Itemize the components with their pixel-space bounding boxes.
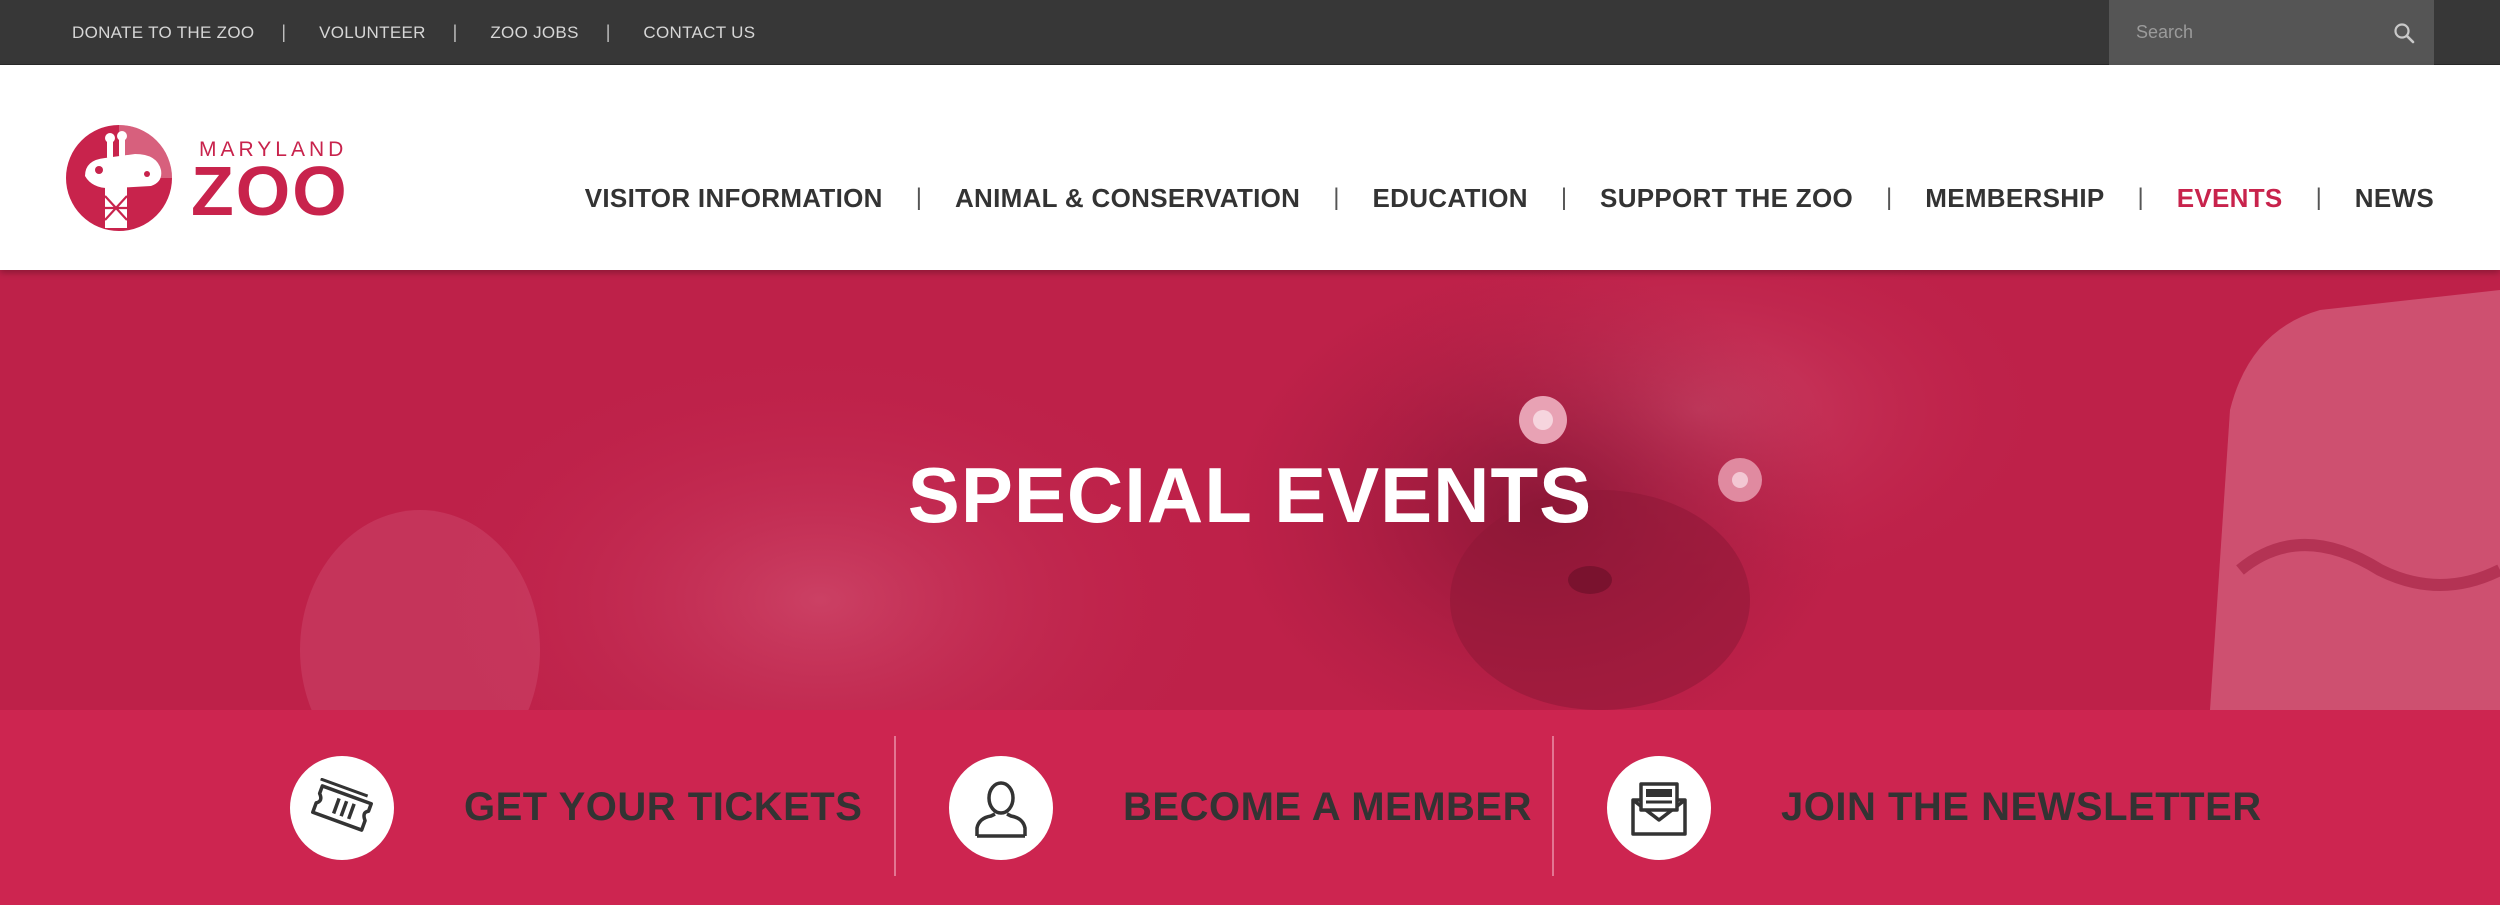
nav-separator: | <box>915 184 922 211</box>
nav-item-events[interactable]: EVENTS <box>2177 183 2283 214</box>
nav-item-visitor-information[interactable]: VISITOR INFORMATION <box>585 183 883 214</box>
cta-get-tickets[interactable]: GET YOUR TICKETS <box>290 710 862 905</box>
cta-become-member-label: BECOME A MEMBER <box>1123 785 1532 829</box>
utility-nav: DONATE TO THE ZOO | VOLUNTEER | ZOO JOBS… <box>72 0 755 65</box>
nav-separator: | <box>2315 184 2322 211</box>
member-icon <box>949 755 1053 860</box>
giraffe-logo-icon <box>65 124 173 237</box>
utility-bar: DONATE TO THE ZOO | VOLUNTEER | ZOO JOBS… <box>0 0 2500 65</box>
nav-item-support-the-zoo[interactable]: SUPPORT THE ZOO <box>1600 183 1853 214</box>
cta-divider <box>894 736 896 876</box>
logo-wordmark: MARYLAND ZOO <box>191 139 349 230</box>
utility-separator: | <box>452 22 458 42</box>
cta-strip: GET YOUR TICKETS BECOME A MEMBER JOIN TH… <box>0 710 2500 905</box>
utility-link-contact[interactable]: CONTACT US <box>643 23 755 43</box>
nav-item-membership[interactable]: MEMBERSHIP <box>1925 183 2104 214</box>
cta-join-newsletter[interactable]: JOIN THE NEWSLETTER <box>1607 710 2262 905</box>
utility-link-zoo-jobs[interactable]: ZOO JOBS <box>490 23 578 43</box>
utility-separator: | <box>281 22 287 42</box>
utility-link-volunteer[interactable]: VOLUNTEER <box>319 23 426 43</box>
cta-divider <box>1552 736 1554 876</box>
utility-separator: | <box>605 22 611 42</box>
site-header: MARYLAND ZOO VISITOR INFORMATION | ANIMA… <box>0 65 2500 270</box>
nav-item-animal-conservation[interactable]: ANIMAL & CONSERVATION <box>955 183 1300 214</box>
newsletter-icon <box>1607 755 1711 860</box>
cta-join-newsletter-label: JOIN THE NEWSLETTER <box>1781 785 2262 829</box>
main-nav: VISITOR INFORMATION | ANIMAL & CONSERVAT… <box>585 178 2434 218</box>
utility-link-donate[interactable]: DONATE TO THE ZOO <box>72 23 254 43</box>
nav-separator: | <box>1560 184 1568 211</box>
hero-title: SPECIAL EVENTS <box>907 451 1593 539</box>
cta-get-tickets-label: GET YOUR TICKETS <box>464 785 863 829</box>
search-input[interactable] <box>2109 0 2374 65</box>
search-box <box>2109 0 2434 65</box>
maryland-zoo-logo[interactable]: MARYLAND ZOO <box>65 124 350 237</box>
nav-separator: | <box>2137 184 2144 211</box>
logo-line-zoo: ZOO <box>191 152 349 230</box>
hero-banner: SPECIAL EVENTS <box>0 270 2500 710</box>
nav-item-education[interactable]: EDUCATION <box>1372 183 1527 214</box>
nav-separator: | <box>1886 184 1893 211</box>
cta-become-member[interactable]: BECOME A MEMBER <box>949 710 1532 905</box>
nav-item-news[interactable]: NEWS <box>2355 183 2434 214</box>
nav-separator: | <box>1333 184 1340 211</box>
search-icon[interactable] <box>2374 0 2434 65</box>
ticket-icon <box>290 755 394 860</box>
